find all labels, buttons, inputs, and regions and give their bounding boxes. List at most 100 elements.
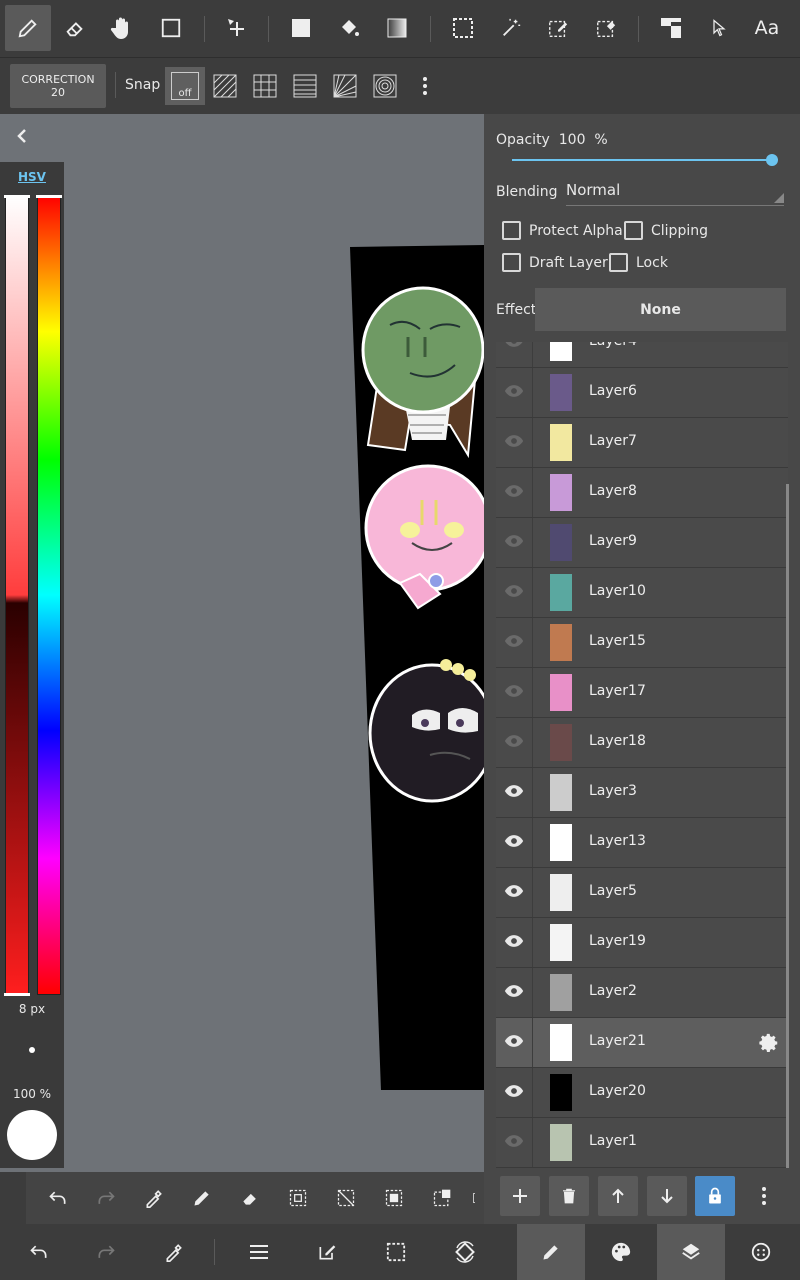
nav-edit-button[interactable]: [293, 1224, 361, 1280]
layer-row[interactable]: Layer13: [496, 818, 788, 868]
layer-visibility-toggle[interactable]: [504, 733, 524, 749]
layer-visibility-toggle[interactable]: [504, 783, 524, 799]
move-layer-up-button[interactable]: [598, 1176, 638, 1216]
layer-row[interactable]: Layer10: [496, 568, 788, 618]
correction-button[interactable]: CORRECTION 20: [10, 64, 106, 108]
layer-settings-button[interactable]: [758, 1032, 780, 1054]
move-tool-button[interactable]: [214, 5, 260, 51]
undo-button[interactable]: [44, 1184, 72, 1212]
hue-slider[interactable]: [36, 195, 62, 995]
add-layer-button[interactable]: [500, 1176, 540, 1216]
quick-pen-button[interactable]: [188, 1184, 216, 1212]
nav-redo-button[interactable]: [72, 1224, 140, 1280]
snap-grid-button[interactable]: [245, 67, 285, 105]
select-pen-tool-button[interactable]: [535, 5, 581, 51]
sv-slider-handle-bottom[interactable]: [4, 993, 30, 996]
layer-visibility-toggle[interactable]: [504, 533, 524, 549]
layer-row[interactable]: Layer20: [496, 1068, 788, 1118]
current-color-swatch[interactable]: [7, 1110, 57, 1160]
select-eraser-tool-button[interactable]: [583, 5, 629, 51]
snap-parallel-button[interactable]: [205, 67, 245, 105]
nav-palette-button[interactable]: [587, 1224, 655, 1280]
nav-brush-button[interactable]: [517, 1224, 585, 1280]
layer-visibility-toggle[interactable]: [504, 833, 524, 849]
more-quick-tools[interactable]: [472, 1184, 484, 1212]
layer-row[interactable]: Layer9: [496, 518, 788, 568]
layer-visibility-toggle[interactable]: [504, 1033, 524, 1049]
effect-button[interactable]: None: [535, 288, 786, 331]
layer-row[interactable]: Layer18: [496, 718, 788, 768]
rectangle-tool-button[interactable]: [148, 5, 194, 51]
layer-more-button[interactable]: [744, 1176, 784, 1216]
fill-square-tool-button[interactable]: [278, 5, 324, 51]
gradient-tool-button[interactable]: [374, 5, 420, 51]
pen-tool-button[interactable]: [5, 5, 51, 51]
layer-row[interactable]: Layer21: [496, 1018, 788, 1068]
snap-horizontal-button[interactable]: [285, 67, 325, 105]
layer-visibility-toggle[interactable]: [504, 683, 524, 699]
layer-visibility-toggle[interactable]: [504, 1133, 524, 1149]
layer-visibility-toggle[interactable]: [504, 383, 524, 399]
tone-tool-button[interactable]: [648, 5, 694, 51]
nav-material-button[interactable]: [727, 1224, 795, 1280]
select-rect-tool-button[interactable]: [440, 5, 486, 51]
layer-opacity-slider-thumb[interactable]: [766, 154, 778, 166]
text-tool-button[interactable]: Aa: [744, 5, 790, 51]
quick-eraser-button[interactable]: [236, 1184, 264, 1212]
hsv-mode-toggle[interactable]: HSV: [0, 170, 64, 184]
layer-row[interactable]: Layer5: [496, 868, 788, 918]
layer-row[interactable]: Layer1: [496, 1118, 788, 1168]
snap-perspective-button[interactable]: [325, 67, 365, 105]
sv-slider-handle[interactable]: [4, 195, 30, 198]
deselect-button[interactable]: [332, 1184, 360, 1212]
layer-row[interactable]: Layer4: [496, 342, 788, 368]
brush-size-label[interactable]: 8 px: [0, 1002, 64, 1016]
nav-rotate-button[interactable]: [431, 1224, 499, 1280]
layer-row[interactable]: Layer17: [496, 668, 788, 718]
layer-list-scrollbar[interactable]: [786, 484, 789, 1168]
hue-slider-handle[interactable]: [36, 195, 62, 198]
delete-layer-button[interactable]: [549, 1176, 589, 1216]
snap-off-button[interactable]: off: [165, 67, 205, 105]
layer-row[interactable]: Layer7: [496, 418, 788, 468]
nav-menu-button[interactable]: [225, 1224, 293, 1280]
layer-visibility-toggle[interactable]: [504, 583, 524, 599]
lock-layer-button[interactable]: [695, 1176, 735, 1216]
pointer-tool-button[interactable]: [696, 5, 742, 51]
layer-row[interactable]: Layer2: [496, 968, 788, 1018]
nav-selection-button[interactable]: [362, 1224, 430, 1280]
layer-row[interactable]: Layer15: [496, 618, 788, 668]
layer-row[interactable]: Layer3: [496, 768, 788, 818]
nav-undo-button[interactable]: [5, 1224, 73, 1280]
bucket-tool-button[interactable]: [326, 5, 372, 51]
magic-wand-tool-button[interactable]: [488, 5, 534, 51]
clipping-checkbox[interactable]: Clipping: [624, 221, 708, 240]
move-layer-down-button[interactable]: [647, 1176, 687, 1216]
lock-checkbox[interactable]: Lock: [609, 253, 668, 272]
draft-layer-checkbox[interactable]: Draft Layer: [502, 253, 608, 272]
layer-row[interactable]: Layer6: [496, 368, 788, 418]
layer-visibility-toggle[interactable]: [504, 983, 524, 999]
layer-visibility-toggle[interactable]: [504, 1083, 524, 1099]
brush-opacity-label[interactable]: 100 %: [0, 1087, 64, 1101]
saturation-value-slider[interactable]: [4, 195, 30, 996]
hand-tool-button[interactable]: [98, 5, 144, 51]
layer-list[interactable]: Layer4 Layer6 Layer7 Layer8 Layer9 Layer10 Lay…: [496, 342, 788, 1168]
blending-mode-select[interactable]: Normal: [566, 181, 784, 206]
layer-visibility-toggle[interactable]: [504, 433, 524, 449]
select-all-button[interactable]: [284, 1184, 312, 1212]
layer-visibility-toggle[interactable]: [504, 633, 524, 649]
snap-circle-button[interactable]: [365, 67, 405, 105]
transform-selection-button[interactable]: [428, 1184, 456, 1212]
protect-alpha-checkbox[interactable]: Protect Alpha: [502, 221, 623, 240]
layer-visibility-toggle[interactable]: [504, 342, 524, 349]
layer-visibility-toggle[interactable]: [504, 483, 524, 499]
layer-opacity-slider-track[interactable]: [512, 159, 772, 161]
layer-row[interactable]: Layer19: [496, 918, 788, 968]
invert-selection-button[interactable]: [380, 1184, 408, 1212]
collapse-panel-button[interactable]: [12, 126, 32, 146]
nav-layers-button[interactable]: [657, 1224, 725, 1280]
eyedropper-button[interactable]: [140, 1184, 168, 1212]
layer-row[interactable]: Layer8: [496, 468, 788, 518]
layer-visibility-toggle[interactable]: [504, 883, 524, 899]
